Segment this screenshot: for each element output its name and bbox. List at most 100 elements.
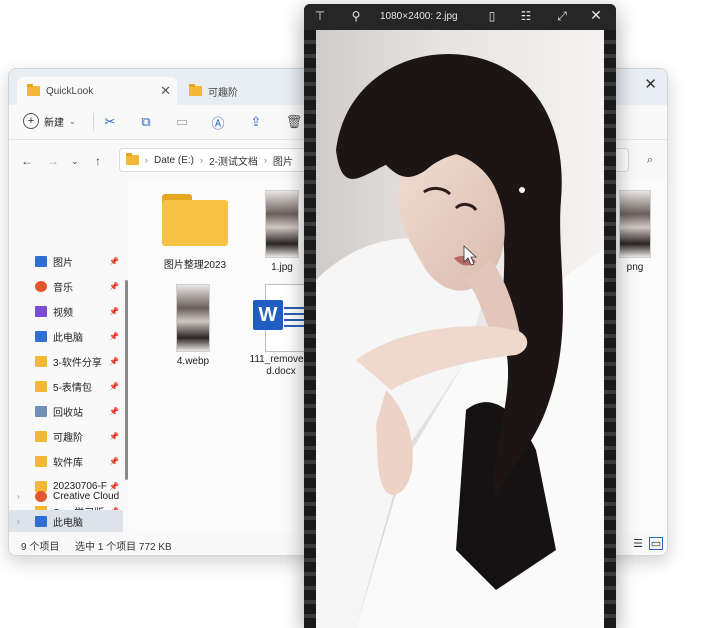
search-icon[interactable]: ⌕ [647, 154, 653, 167]
details-view-icon[interactable]: ☰ [631, 537, 645, 550]
folder-icon [35, 355, 47, 367]
paste-icon[interactable]: ▭ [173, 113, 191, 131]
sidebar-item-videos[interactable]: 视频 📌 [9, 300, 123, 322]
sidebar-item-emoji[interactable]: 5-表情包 📌 [9, 375, 123, 397]
sidebar-item-label: 音乐 [53, 282, 73, 294]
recycle-bin-icon [35, 405, 47, 417]
pin-icon: 📌 [109, 306, 119, 316]
tab-keqiejie[interactable]: 可趣阶 [179, 77, 319, 105]
quicklook-title: 1080×2400: 2.jpg [380, 11, 458, 22]
sidebar-item-label: 可趣阶 [53, 432, 83, 444]
file-item-4webp[interactable]: 4.webp [153, 284, 233, 368]
sidebar-item-software-share[interactable]: 3-软件分享 📌 [9, 350, 123, 372]
preview-image [316, 30, 604, 628]
sidebar-item-label: 视频 [53, 307, 73, 319]
new-button-label: 新建 [44, 117, 64, 129]
pin-top-icon[interactable]: ⊤ [312, 9, 328, 23]
details-icon[interactable]: ☷ [518, 9, 534, 23]
pin-icon[interactable]: ⚲ [348, 9, 364, 23]
sidebar-item-label: 此电脑 [53, 332, 83, 344]
cut-icon[interactable]: ✂ [101, 113, 119, 131]
recent-chevron-icon[interactable]: ⌄ [71, 156, 79, 167]
tab-close-icon[interactable]: ✕ [160, 83, 171, 99]
sidebar-item-label: 回收站 [53, 407, 83, 419]
folder-icon [35, 455, 47, 467]
maximize-icon[interactable]: ⤢ [554, 9, 570, 24]
copy-icon[interactable]: ⧉ [137, 113, 155, 131]
tab-quicklook[interactable]: QuickLook ✕ [17, 77, 177, 105]
sidebar-item-music[interactable]: 音乐 📌 [9, 275, 123, 297]
sidebar-item-keqiejie[interactable]: 可趣阶 📌 [9, 425, 123, 447]
chevron-down-icon: ⌄ [69, 116, 76, 126]
folder-icon [35, 430, 47, 442]
breadcrumb-current[interactable]: 图片 [273, 153, 293, 168]
tiles-view-icon[interactable]: ▭ [649, 537, 663, 550]
word-document-icon: W [253, 284, 311, 352]
chevron-right-icon: › [263, 155, 267, 165]
breadcrumb-folder[interactable]: 2-测试文档 [209, 153, 258, 168]
close-icon[interactable]: ✕ [588, 7, 604, 24]
sidebar-item-label: 图片 [53, 257, 73, 269]
navigation-pane: 图片 📌 音乐 📌 视频 📌 此电脑 📌 3-软件分享 📌 5-表情包 📌 回收… [9, 180, 123, 534]
new-button[interactable]: + 新建 ⌄ [23, 113, 76, 129]
open-file-icon[interactable]: ▯ [484, 9, 500, 23]
image-thumbnail [619, 190, 651, 258]
file-name: 4.webp [176, 356, 210, 367]
pin-icon: 📌 [109, 381, 119, 391]
pin-icon: 📌 [109, 456, 119, 466]
plus-circle-icon: + [23, 113, 39, 129]
quicklook-titlebar: ⊤ ⚲ 1080×2400: 2.jpg ▯ ☷ ⤢ ✕ [304, 4, 616, 30]
tab-label: QuickLook [46, 85, 94, 97]
folder-icon [189, 84, 202, 96]
tree-item-creative-cloud[interactable]: › Creative Cloud [9, 485, 123, 507]
videos-icon [35, 305, 47, 317]
pin-icon: 📌 [109, 281, 119, 291]
portrait-photo [316, 30, 604, 628]
sidebar-item-label: 5-表情包 [53, 382, 92, 394]
creative-cloud-icon [35, 490, 47, 502]
sidebar-item-this-pc[interactable]: 此电脑 📌 [9, 325, 123, 347]
folder-icon [35, 380, 47, 392]
image-thumbnail [176, 284, 210, 352]
this-pc-icon [35, 515, 47, 527]
selection-info: 选中 1 个项目 772 KB [75, 542, 172, 553]
pin-icon: 📌 [109, 431, 119, 441]
back-arrow-icon[interactable]: ← [21, 154, 33, 168]
chevron-right-icon: › [200, 155, 204, 165]
tree-item-this-pc[interactable]: › 此电脑 [9, 510, 123, 532]
expand-chevron-icon[interactable]: › [17, 517, 20, 526]
sidebar-item-recycle-bin[interactable]: 回收站 📌 [9, 400, 123, 422]
sidebar-item-label: 软件库 [53, 457, 83, 469]
toolbar-divider [93, 113, 94, 131]
left-border-strip [304, 30, 316, 628]
share-icon[interactable]: ⇪ [247, 113, 265, 131]
folder-icon [162, 194, 228, 246]
quicklook-window: ⊤ ⚲ 1080×2400: 2.jpg ▯ ☷ ⤢ ✕ [304, 4, 616, 628]
pin-icon: 📌 [109, 406, 119, 416]
image-thumbnail [265, 190, 299, 258]
delete-icon[interactable]: 🗑 [285, 113, 303, 131]
item-count: 9 个项目 [21, 542, 60, 553]
pin-icon: 📌 [109, 256, 119, 266]
sidebar-item-label: 3-软件分享 [53, 357, 102, 369]
file-item-folder[interactable]: 图片整理2023 [155, 194, 235, 272]
tab-label: 可趣阶 [208, 87, 238, 99]
file-name-line2: d.docx [266, 366, 296, 377]
forward-arrow-icon[interactable]: → [47, 154, 59, 168]
up-arrow-icon[interactable]: ↑ [95, 154, 101, 168]
pictures-icon [35, 255, 47, 267]
music-icon [35, 280, 47, 292]
sidebar-item-pictures[interactable]: 图片 📌 [9, 250, 123, 272]
folder-icon [126, 153, 139, 165]
chevron-right-icon: › [145, 155, 148, 165]
window-close-button[interactable]: ✕ [644, 75, 657, 93]
sidebar-item-software-lib[interactable]: 软件库 📌 [9, 450, 123, 472]
expand-chevron-icon[interactable]: › [17, 492, 20, 501]
breadcrumb-drive[interactable]: Date (E:) [154, 155, 194, 166]
tree-item-label: Creative Cloud [53, 490, 120, 502]
rename-icon[interactable]: Ⓐ [209, 113, 227, 131]
scrollbar-thumb[interactable] [125, 280, 128, 480]
tree-item-label: 此电脑 [53, 517, 83, 529]
folder-icon [27, 84, 40, 96]
file-name: 图片整理2023 [163, 260, 227, 271]
